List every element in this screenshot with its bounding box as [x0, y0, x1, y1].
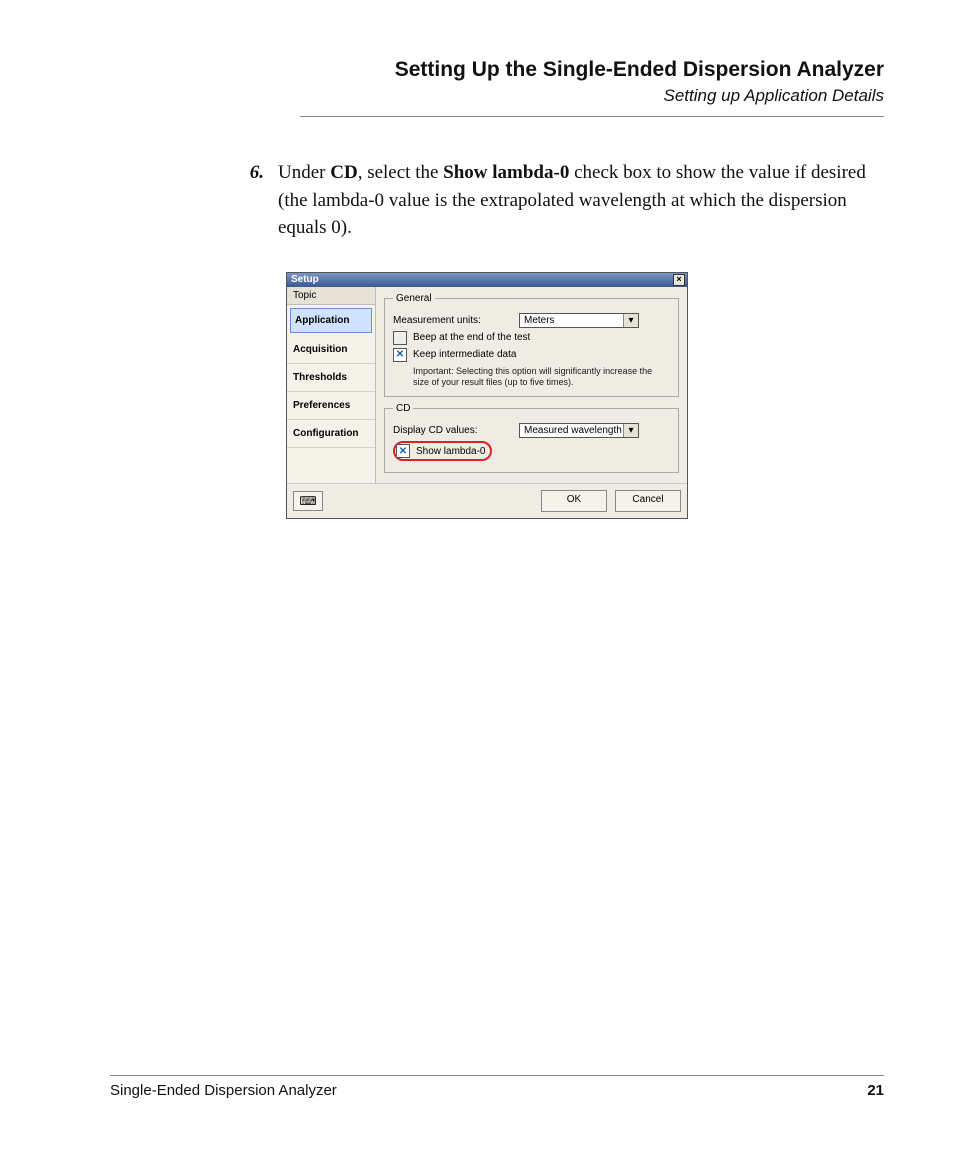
units-value: Meters: [524, 315, 555, 326]
display-cd-combo[interactable]: Measured wavelength ▾: [519, 423, 639, 438]
cancel-button[interactable]: Cancel: [615, 490, 681, 512]
sidebar-item-acquisition[interactable]: Acquisition: [287, 336, 375, 364]
keep-note: Important: Selecting this option will si…: [413, 366, 670, 389]
sidebar-item-configuration[interactable]: Configuration: [287, 420, 375, 448]
topic-sidebar: Topic Application Acquisition Thresholds…: [287, 287, 376, 484]
sidebar-item-preferences[interactable]: Preferences: [287, 392, 375, 420]
close-icon[interactable]: ×: [673, 274, 685, 286]
sidebar-item-thresholds[interactable]: Thresholds: [287, 364, 375, 392]
chapter-subtitle: Setting up Application Details: [300, 86, 884, 106]
chevron-down-icon: ▾: [623, 314, 638, 327]
setup-window: Setup × Topic Application Acquisition Th…: [286, 272, 688, 520]
highlight-circle: ✕ Show lambda-0: [393, 441, 492, 461]
cd-legend: CD: [393, 403, 413, 414]
page-header: Setting Up the Single-Ended Dispersion A…: [300, 58, 884, 117]
step-number: 6.: [230, 159, 278, 242]
general-legend: General: [393, 293, 435, 304]
keyboard-icon[interactable]: ⌨: [293, 491, 323, 511]
keep-checkbox[interactable]: ✕: [393, 348, 407, 362]
cd-group: CD Display CD values: Measured wavelengt…: [384, 403, 679, 473]
display-cd-label: Display CD values:: [393, 425, 519, 436]
page-footer: Single-Ended Dispersion Analyzer 21: [110, 1075, 884, 1099]
units-combo[interactable]: Meters ▾: [519, 313, 639, 328]
display-cd-value: Measured wavelength: [524, 425, 622, 436]
show-lambda-checkbox[interactable]: ✕: [396, 444, 410, 458]
footer-doc-title: Single-Ended Dispersion Analyzer: [110, 1082, 337, 1099]
sidebar-item-application[interactable]: Application: [290, 308, 372, 333]
header-rule: [300, 116, 884, 117]
sidebar-header: Topic: [287, 287, 375, 305]
show-lambda-label: Show lambda-0: [416, 446, 485, 457]
window-title: Setup: [291, 274, 319, 285]
step-6: 6. Under CD, select the Show lambda-0 ch…: [230, 159, 884, 242]
page-number: 21: [867, 1082, 884, 1099]
chapter-title: Setting Up the Single-Ended Dispersion A…: [300, 58, 884, 82]
ok-button[interactable]: OK: [541, 490, 607, 512]
units-label: Measurement units:: [393, 315, 519, 326]
chevron-down-icon: ▾: [623, 424, 638, 437]
settings-pane: General Measurement units: Meters ▾ ✕ Be…: [376, 287, 687, 484]
titlebar: Setup ×: [287, 273, 687, 287]
step-text: Under CD, select the Show lambda-0 check…: [278, 159, 884, 242]
keep-label: Keep intermediate data: [413, 349, 516, 360]
beep-label: Beep at the end of the test: [413, 332, 530, 343]
beep-checkbox[interactable]: ✕: [393, 331, 407, 345]
general-group: General Measurement units: Meters ▾ ✕ Be…: [384, 293, 679, 398]
button-bar: ⌨ OK Cancel: [287, 483, 687, 518]
